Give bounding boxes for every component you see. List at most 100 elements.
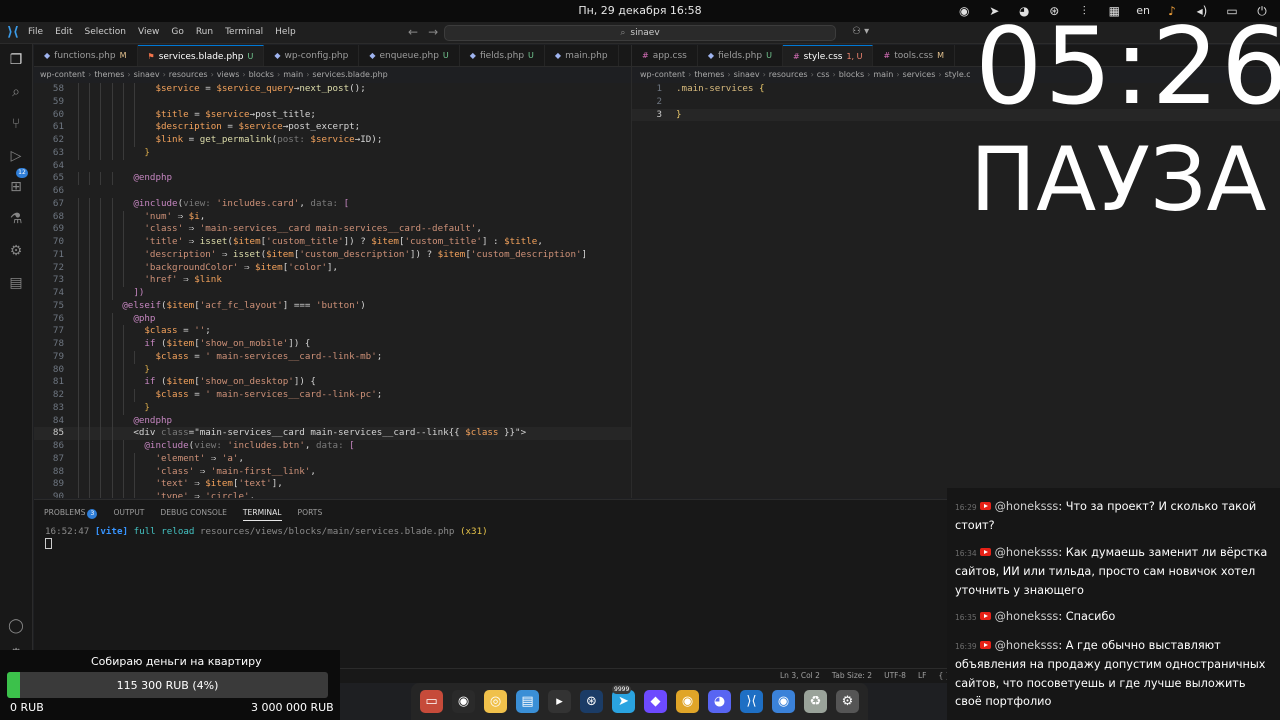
breadcrumb-item[interactable]: main bbox=[873, 70, 893, 79]
menu-help[interactable]: Help bbox=[275, 27, 296, 37]
php-file-icon: ◆ bbox=[274, 51, 281, 60]
vscode-icon[interactable]: ⟩⟨ bbox=[740, 690, 763, 713]
trash-icon[interactable]: ♻ bbox=[804, 690, 827, 713]
editor-tab[interactable]: ⚑ services.blade.php U bbox=[137, 45, 265, 66]
line-number: 88 bbox=[52, 465, 64, 477]
editor-tab[interactable]: # style.css 1, U bbox=[782, 45, 874, 66]
panel-tab-ports[interactable]: PORTS bbox=[298, 508, 323, 521]
panel-tab-label: PROBLEMS bbox=[44, 508, 86, 517]
breadcrumb-item[interactable]: sinaev bbox=[134, 70, 160, 79]
tab-label: style.css bbox=[803, 52, 843, 62]
terminal-cursor[interactable] bbox=[45, 538, 52, 549]
indent-guide bbox=[78, 401, 79, 415]
editor-tab[interactable]: ◆ functions.php M bbox=[34, 45, 138, 66]
indent-guide bbox=[89, 236, 91, 249]
indent-guide bbox=[100, 491, 102, 498]
editor-tab[interactable]: ◆ fields.php U bbox=[698, 45, 783, 66]
status-item[interactable]: Tab Size: 2 bbox=[832, 671, 872, 680]
line-number: 61 bbox=[52, 121, 64, 133]
breadcrumb-item[interactable]: style.css bbox=[945, 70, 970, 79]
files-icon[interactable]: ▭ bbox=[420, 690, 443, 713]
breadcrumb-item[interactable]: services bbox=[903, 70, 936, 79]
menu-terminal[interactable]: Terminal bbox=[225, 27, 263, 37]
testing-icon[interactable]: ⚗ bbox=[6, 209, 26, 229]
menu-edit[interactable]: Edit bbox=[55, 27, 72, 37]
settings-icon[interactable]: ⚙ bbox=[836, 690, 859, 713]
panel-tab-terminal[interactable]: TERMINAL bbox=[242, 508, 282, 521]
breadcrumb-item[interactable]: wp-content bbox=[40, 70, 85, 79]
status-item[interactable]: Ln 3, Col 2 bbox=[780, 671, 820, 680]
chromium-icon[interactable]: ◉ bbox=[772, 690, 795, 713]
breadcrumb-separator-icon: › bbox=[162, 70, 166, 79]
breadcrumb-item[interactable]: resources bbox=[169, 70, 208, 79]
breadcrumb-item[interactable]: themes bbox=[694, 70, 724, 79]
command-center-search[interactable]: ⌕ sinaev bbox=[444, 25, 836, 41]
indent-guide bbox=[89, 491, 91, 498]
remote-explorer-icon[interactable]: ⚙ bbox=[6, 241, 26, 261]
indent-guide bbox=[122, 478, 124, 491]
run-debug-icon[interactable]: ▷ bbox=[6, 146, 26, 166]
breadcrumb-item[interactable]: resources bbox=[769, 70, 808, 79]
breadcrumb-item[interactable]: wp-content bbox=[640, 70, 685, 79]
menu-run[interactable]: Run bbox=[196, 27, 213, 37]
breadcrumb-item[interactable]: main bbox=[283, 70, 303, 79]
steam-icon[interactable]: ⊛ bbox=[580, 690, 603, 713]
code-line: 58 $service = $service_query→next_post()… bbox=[34, 83, 631, 96]
panel-tab-problems[interactable]: PROBLEMS 3 bbox=[44, 508, 98, 521]
breadcrumb-item[interactable]: services.blade.php bbox=[312, 70, 387, 79]
menu-file[interactable]: File bbox=[28, 27, 43, 37]
indent-guide bbox=[111, 440, 113, 453]
editor-tab[interactable]: # tools.css M bbox=[873, 45, 956, 66]
docker-icon[interactable]: ▤ bbox=[6, 273, 26, 293]
editor-tab[interactable]: ◆ main.php bbox=[545, 45, 619, 66]
explorer-icon[interactable]: ❐ bbox=[6, 50, 26, 70]
status-item[interactable]: UTF-8 bbox=[884, 671, 906, 680]
search-icon[interactable]: ⌕ bbox=[6, 82, 26, 102]
code-line: 69 'class' ⇒ 'main-services__card main-s… bbox=[34, 223, 631, 236]
indent-guide bbox=[78, 261, 79, 275]
obs-icon[interactable]: ◉ bbox=[452, 690, 475, 713]
terminal-icon[interactable]: ▸ bbox=[548, 690, 571, 713]
source-control-icon[interactable]: ⑂ bbox=[6, 114, 26, 134]
breadcrumb-item[interactable]: blocks bbox=[839, 70, 864, 79]
indent-guide bbox=[100, 223, 102, 236]
breadcrumb-item[interactable]: views bbox=[217, 70, 240, 79]
account-icon[interactable]: ◯ bbox=[6, 616, 26, 636]
editor-tab[interactable]: ◆ enqueue.php U bbox=[359, 45, 460, 66]
rhythmbox-icon[interactable]: ◎ bbox=[484, 690, 507, 713]
indent-guide bbox=[111, 223, 113, 236]
status-item[interactable]: LF bbox=[918, 671, 927, 680]
breadcrumb-item[interactable]: css bbox=[817, 70, 830, 79]
editor-tab[interactable]: ◆ fields.php U bbox=[460, 45, 545, 66]
breadcrumb-item[interactable]: blocks bbox=[249, 70, 274, 79]
left-editor[interactable]: 58 $service = $service_query→next_post()… bbox=[34, 83, 631, 498]
indent-guide bbox=[78, 146, 79, 160]
obs-icon[interactable]: ◉ bbox=[956, 3, 972, 19]
activity-bar: ❐ ⌕ ⑂ 12 ▷ ⊞ ⚗ ⚙ ▤ ◯ ⚙ bbox=[0, 44, 33, 668]
code-token: 'main-services__card main-services__card… bbox=[199, 223, 477, 235]
back-arrow-icon[interactable]: ← bbox=[408, 25, 418, 39]
telegram-icon[interactable]: ➤ 9999 bbox=[612, 685, 635, 713]
code-token: 'backgroundColor' bbox=[144, 261, 239, 273]
discord-icon[interactable]: ◕ bbox=[708, 690, 731, 713]
breadcrumb-item[interactable]: sinaev bbox=[734, 70, 760, 79]
proton-icon[interactable]: ◆ bbox=[644, 690, 667, 713]
panel-tab-debug-console[interactable]: DEBUG CONSOLE bbox=[160, 508, 227, 521]
code-token: [ bbox=[349, 440, 355, 451]
editor-tab[interactable]: # app.css bbox=[632, 45, 698, 66]
copilot-icon[interactable]: ⚇ ▾ bbox=[852, 26, 869, 37]
chrome-icon[interactable]: ◉ bbox=[676, 690, 699, 713]
code-token: ); bbox=[371, 134, 383, 145]
file-manager-icon[interactable]: ▤ bbox=[516, 690, 539, 713]
forward-arrow-icon[interactable]: → bbox=[428, 25, 438, 39]
menu-selection[interactable]: Selection bbox=[85, 27, 126, 37]
code-line: 70 'title' ⇒ isset($item['custom_title']… bbox=[34, 236, 631, 249]
breadcrumb-item[interactable]: themes bbox=[94, 70, 124, 79]
menu-view[interactable]: View bbox=[138, 27, 159, 37]
editor-tab[interactable]: ◆ wp-config.php bbox=[264, 45, 360, 66]
extensions-icon[interactable]: ⊞ bbox=[6, 177, 26, 197]
code-token: $service bbox=[205, 108, 250, 120]
panel-tab-output[interactable]: OUTPUT bbox=[113, 508, 144, 521]
menu-go[interactable]: Go bbox=[171, 27, 183, 37]
code-line: 82 $class = ' main-services__card--link-… bbox=[34, 389, 631, 402]
